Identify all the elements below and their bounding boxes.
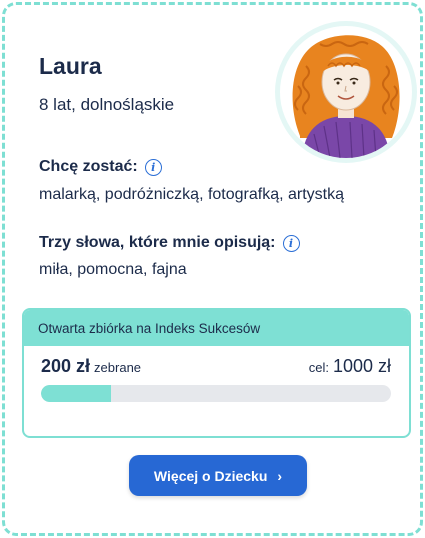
raised-group: 200 zł zebrane [41,356,141,377]
progress-bar-fill [41,385,111,402]
three-words-title: Trzy słowa, które mnie opisują: [39,234,276,251]
fundraiser-amounts: 200 zł zebrane cel: 1000 zł [41,356,391,377]
child-name: Laura [39,53,102,79]
child-age-region: 8 lat, dolnośląskie [39,95,175,114]
child-card: Laura 8 lat, dolnośląskie Chcę zostać: i… [2,2,423,536]
info-icon[interactable]: i [144,158,162,176]
three-words-heading: Trzy słowa, które mnie opisują: i [39,234,300,252]
three-words-text: miła, pomocna, fajna [39,261,187,278]
goal-group: cel: 1000 zł [309,356,391,377]
raised-amount: 200 zł [41,356,91,376]
goal-amount: 1000 zł [332,356,391,376]
raised-label: zebrane [94,360,142,375]
want-to-be-title: Chcę zostać: [39,158,138,175]
fundraiser-box: Otwarta zbiórka na Indeks Sukcesów 200 z… [22,308,411,438]
want-to-be-heading: Chcę zostać: i [39,158,162,176]
want-to-be-text: malarką, podróżniczką, fotografką, artys… [39,186,345,203]
avatar [275,21,417,163]
goal-label: cel: [308,360,329,375]
fundraiser-header: Otwarta zbiórka na Indeks Sukcesów [24,310,409,346]
more-about-child-button[interactable]: Więcej o Dziecku › [129,455,307,496]
progress-bar [41,385,391,402]
chevron-right-icon: › [277,467,283,484]
more-about-child-label: Więcej o Dziecku [153,467,268,484]
info-icon[interactable]: i [282,234,300,252]
child-drawing-illustration [292,35,400,158]
